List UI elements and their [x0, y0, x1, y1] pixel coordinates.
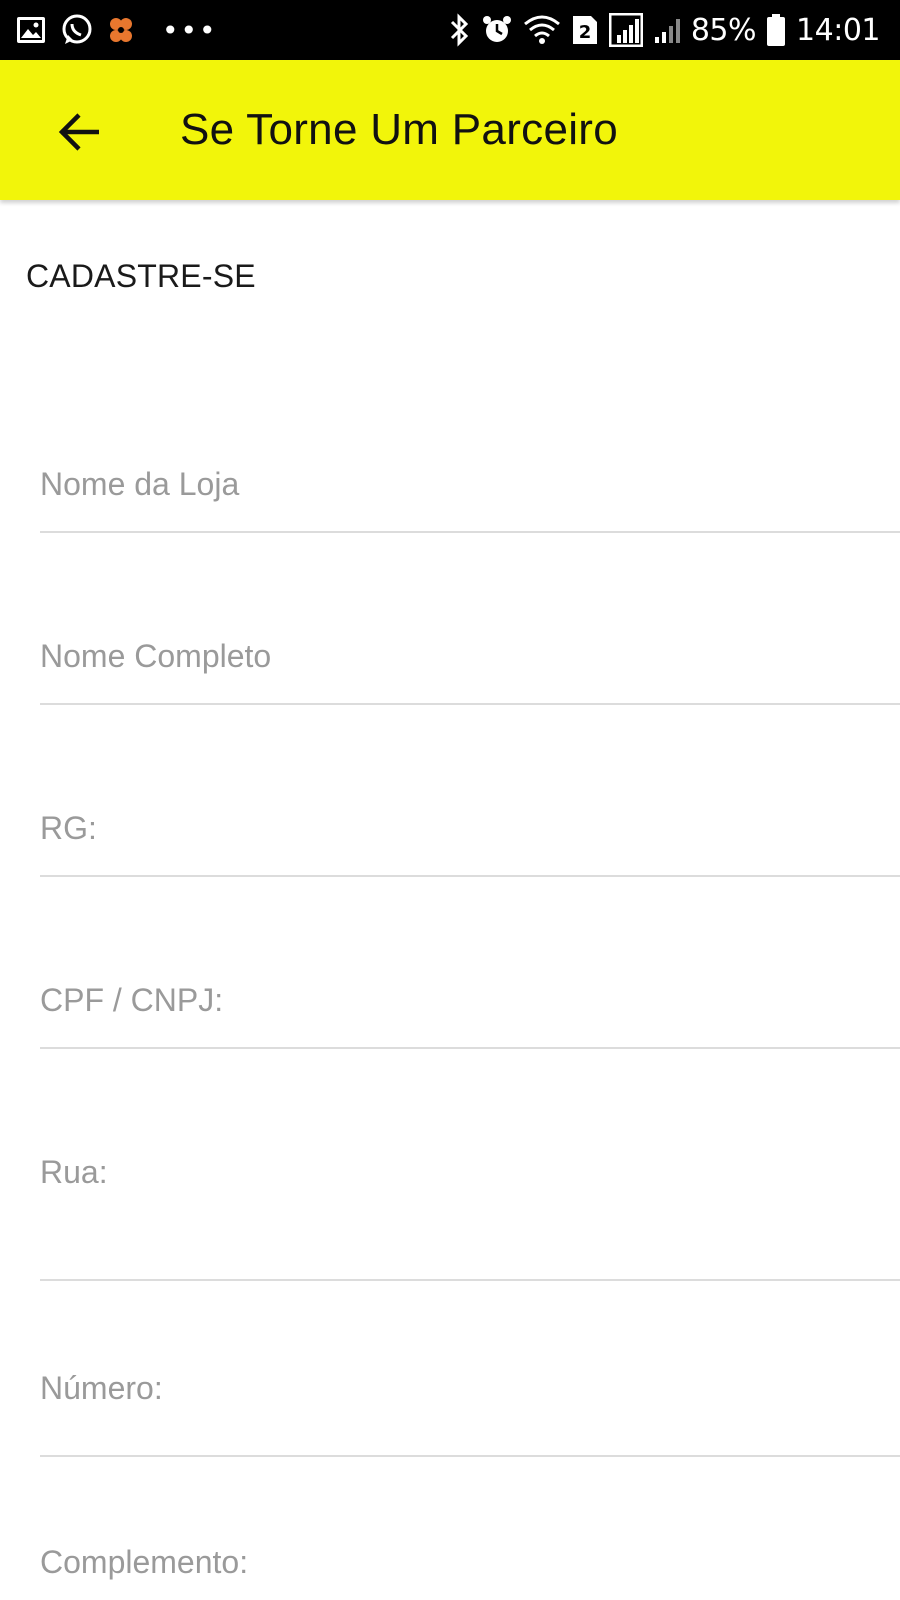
signal-icon-2	[653, 15, 681, 45]
status-bar-left: •••	[0, 13, 218, 47]
number-field	[40, 1362, 900, 1457]
rg-field	[40, 802, 900, 877]
street-input[interactable]	[40, 1146, 900, 1198]
more-dots-icon: •••	[162, 13, 218, 47]
back-button[interactable]	[44, 96, 116, 168]
full-name-input[interactable]	[40, 630, 900, 682]
wifi-icon	[523, 14, 561, 46]
complement-field	[40, 1536, 900, 1588]
app-bar: Se Torne Um Parceiro	[0, 60, 900, 200]
signal-icon	[608, 13, 643, 47]
arrow-back-icon	[57, 112, 103, 152]
street-field	[40, 1146, 900, 1281]
battery-icon	[766, 13, 786, 47]
whatsapp-icon	[60, 13, 94, 47]
cpf-cnpj-field	[40, 974, 900, 1049]
store-name-input[interactable]	[40, 458, 900, 510]
page-title: Se Torne Um Parceiro	[180, 105, 619, 154]
gallery-icon	[16, 16, 46, 44]
complement-input[interactable]	[40, 1536, 900, 1588]
rg-underline	[40, 875, 900, 877]
battery-percent: 85%	[690, 12, 757, 48]
street-underline	[40, 1279, 900, 1281]
clock: 14:01	[796, 12, 880, 48]
number-input[interactable]	[40, 1362, 900, 1414]
sim-label: 2	[579, 22, 592, 43]
app-notification-icon	[108, 16, 134, 44]
section-title: CADASTRE-SE	[26, 258, 256, 294]
cpf-cnpj-input[interactable]	[40, 974, 900, 1026]
status-bar: ••• 2 85% 14:01	[0, 0, 900, 60]
store-name-field	[40, 458, 900, 533]
status-bar-right: 2 85% 14:01	[449, 13, 900, 48]
store-name-underline	[40, 531, 900, 533]
bluetooth-icon	[449, 13, 471, 47]
rg-input[interactable]	[40, 802, 900, 854]
sim2-icon: 2	[571, 14, 599, 46]
alarm-icon	[481, 14, 513, 46]
number-underline	[40, 1455, 900, 1457]
cpf-cnpj-underline	[40, 1047, 900, 1049]
full-name-field	[40, 630, 900, 705]
full-name-underline	[40, 703, 900, 705]
